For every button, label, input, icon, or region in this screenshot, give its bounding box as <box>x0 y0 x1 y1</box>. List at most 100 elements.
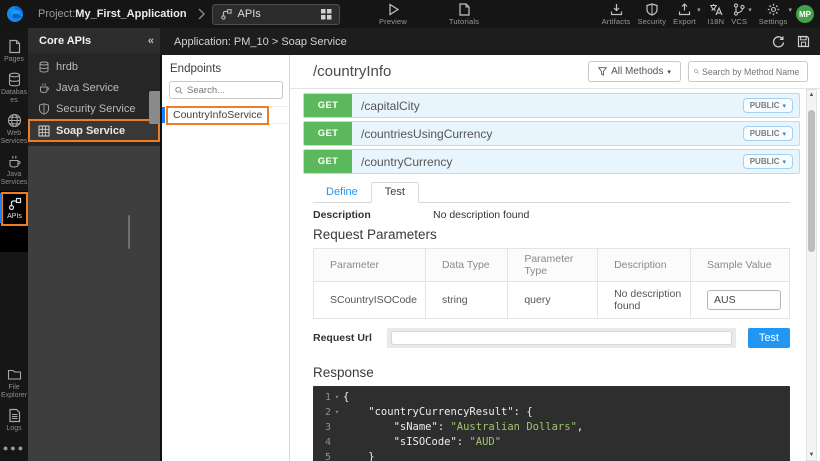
core-api-item-soap-service[interactable]: Soap Service <box>28 119 160 142</box>
operation-row-countrycurrency[interactable]: GET /countryCurrency PUBLIC▾ <box>303 149 800 174</box>
project-prefix: Project: <box>38 8 75 20</box>
security-button[interactable]: Security <box>637 3 666 26</box>
sidebar-item-apis-selected: APIs <box>0 191 28 252</box>
sidebar-item-java-services[interactable]: Java Services <box>0 150 28 191</box>
project-name: My_First_Application <box>75 8 186 20</box>
preview-label: Preview <box>379 17 407 26</box>
description-value: No description found <box>433 209 529 221</box>
access-badge[interactable]: PUBLIC▾ <box>743 126 793 141</box>
tutorials-button[interactable]: Tutorials <box>440 3 488 26</box>
sidebar-item-file-explorer[interactable]: File Explorer <box>0 363 28 404</box>
core-apis-list: hrdb Java Service Security Service Soap … <box>28 53 160 146</box>
code-line: 4 "sISOCode": "AUD" <box>313 435 790 450</box>
code-line: 1▾ { <box>313 390 790 405</box>
cell-parameter: SCountryISOCode <box>314 282 426 319</box>
core-apis-title: Core APIs <box>39 35 148 47</box>
cell-data-type: string <box>425 282 507 319</box>
refresh-button[interactable] <box>772 35 785 48</box>
scrollbar-thumb[interactable] <box>808 110 815 252</box>
sidebar-item-pages[interactable]: Pages <box>0 35 28 68</box>
artifacts-button[interactable]: Artifacts <box>602 3 631 26</box>
scroll-down-icon[interactable]: ▼ <box>807 452 816 458</box>
sidebar-item-web-services[interactable]: Web Services <box>0 109 28 150</box>
vcs-button[interactable]: VCS ▾ <box>731 3 752 26</box>
coffee-icon <box>7 154 22 169</box>
preview-button[interactable]: Preview <box>372 3 414 26</box>
chevron-down-icon: ▾ <box>788 6 792 14</box>
core-panel-scrollbar-thumb[interactable] <box>128 215 130 249</box>
fold-caret-icon[interactable]: ▾ <box>331 390 343 405</box>
top-bar: Project:My_First_Application APIs Previe… <box>0 0 820 28</box>
selection-accent <box>0 193 2 223</box>
chevron-down-icon: ▾ <box>782 102 786 110</box>
coffee-icon <box>38 82 50 94</box>
endpoints-search[interactable] <box>169 81 283 99</box>
grid-icon[interactable] <box>321 9 332 20</box>
access-badge[interactable]: PUBLIC▾ <box>743 154 793 169</box>
fold-caret-icon[interactable]: ▾ <box>331 405 343 420</box>
annotation-highlight: CountryInfoService <box>166 106 269 125</box>
folder-icon <box>7 367 22 382</box>
log-icon <box>7 408 22 423</box>
endpoint-item-countryinfoservice[interactable]: CountryInfoService <box>162 106 289 124</box>
access-badge[interactable]: PUBLIC▾ <box>743 98 793 113</box>
methods-filter-dropdown[interactable]: All Methods ▾ <box>588 61 681 82</box>
operation-path: /countriesUsingCurrency <box>361 127 743 141</box>
response-code-editor[interactable]: 1▾ { 2▾ "countryCurrencyResult": { 3 "sN… <box>313 386 790 461</box>
operation-row-capitalcity[interactable]: GET /capitalCity PUBLIC▾ <box>303 93 800 118</box>
export-button[interactable]: Export ▾ <box>673 3 700 26</box>
test-button[interactable]: Test <box>748 328 790 348</box>
col-parameter: Parameter <box>314 249 426 282</box>
scroll-up-icon[interactable]: ▲ <box>807 92 816 98</box>
soap-icon <box>38 125 50 137</box>
user-avatar[interactable]: MP <box>796 5 814 23</box>
resource-title: /countryInfo <box>313 63 588 80</box>
chevron-down-icon: ▾ <box>782 130 786 138</box>
request-url-input[interactable] <box>391 331 732 345</box>
request-url-label: Request Url <box>313 332 387 344</box>
core-api-item-java-service[interactable]: Java Service <box>28 77 160 98</box>
sidebar-item-apis[interactable]: APIs <box>1 192 28 226</box>
core-api-item-hrdb[interactable]: hrdb <box>28 56 160 77</box>
api-icon <box>220 8 232 20</box>
upload-icon <box>678 3 691 16</box>
sidebar-item-logs[interactable]: Logs <box>0 404 28 437</box>
cell-parameter-type: query <box>508 282 598 319</box>
chevron-down-icon: ▾ <box>667 68 671 76</box>
tab-define[interactable]: Define <box>313 183 371 202</box>
endpoints-search-input[interactable] <box>187 85 277 96</box>
breadcrumb: Project:My_First_Application <box>38 8 187 20</box>
i18n-button[interactable]: I18N <box>708 3 725 26</box>
save-button[interactable] <box>797 35 810 48</box>
filter-icon <box>598 67 607 76</box>
tab-apis-label: APIs <box>238 8 315 20</box>
operation-row-countriesusingcurrency[interactable]: GET /countriesUsingCurrency PUBLIC▾ <box>303 121 800 146</box>
method-badge: GET <box>304 150 352 173</box>
tab-test[interactable]: Test <box>371 182 419 203</box>
shield-icon <box>646 3 658 16</box>
settings-button[interactable]: Settings ▾ <box>759 3 792 26</box>
method-badge: GET <box>304 122 352 145</box>
sidebar-item-databases[interactable]: Databases <box>0 68 28 109</box>
operations-list: GET /capitalCity PUBLIC▾ GET /countriesU… <box>290 89 820 174</box>
more-icon[interactable]: ●●● <box>3 437 25 461</box>
main-scrollbar[interactable]: ▲ ▼ <box>806 89 817 461</box>
request-url-container <box>387 328 736 348</box>
endpoints-panel: Endpoints CountryInfoService <box>160 55 290 461</box>
selection-accent <box>162 107 165 123</box>
core-api-item-security-service[interactable]: Security Service <box>28 98 160 119</box>
code-line: 2▾ "countryCurrencyResult": { <box>313 405 790 420</box>
col-data-type: Data Type <box>425 249 507 282</box>
tab-apis[interactable]: APIs <box>212 4 340 25</box>
shield-icon <box>38 103 50 115</box>
col-parameter-type: Parameter Type <box>508 249 598 282</box>
left-rail: Pages Databases Web Services Java Servic… <box>0 28 28 461</box>
wavemaker-logo-icon[interactable] <box>0 0 30 28</box>
core-apis-panel: Core APIs « hrdb Java Service Security S… <box>28 28 160 461</box>
request-parameters-table: Parameter Data Type Parameter Type Descr… <box>313 248 790 319</box>
collapse-panel-icon[interactable]: « <box>148 35 154 47</box>
chevron-down-icon: ▾ <box>782 158 786 166</box>
method-search-input[interactable] <box>702 67 802 77</box>
method-search[interactable] <box>688 61 808 82</box>
sample-value-input[interactable] <box>707 290 781 310</box>
